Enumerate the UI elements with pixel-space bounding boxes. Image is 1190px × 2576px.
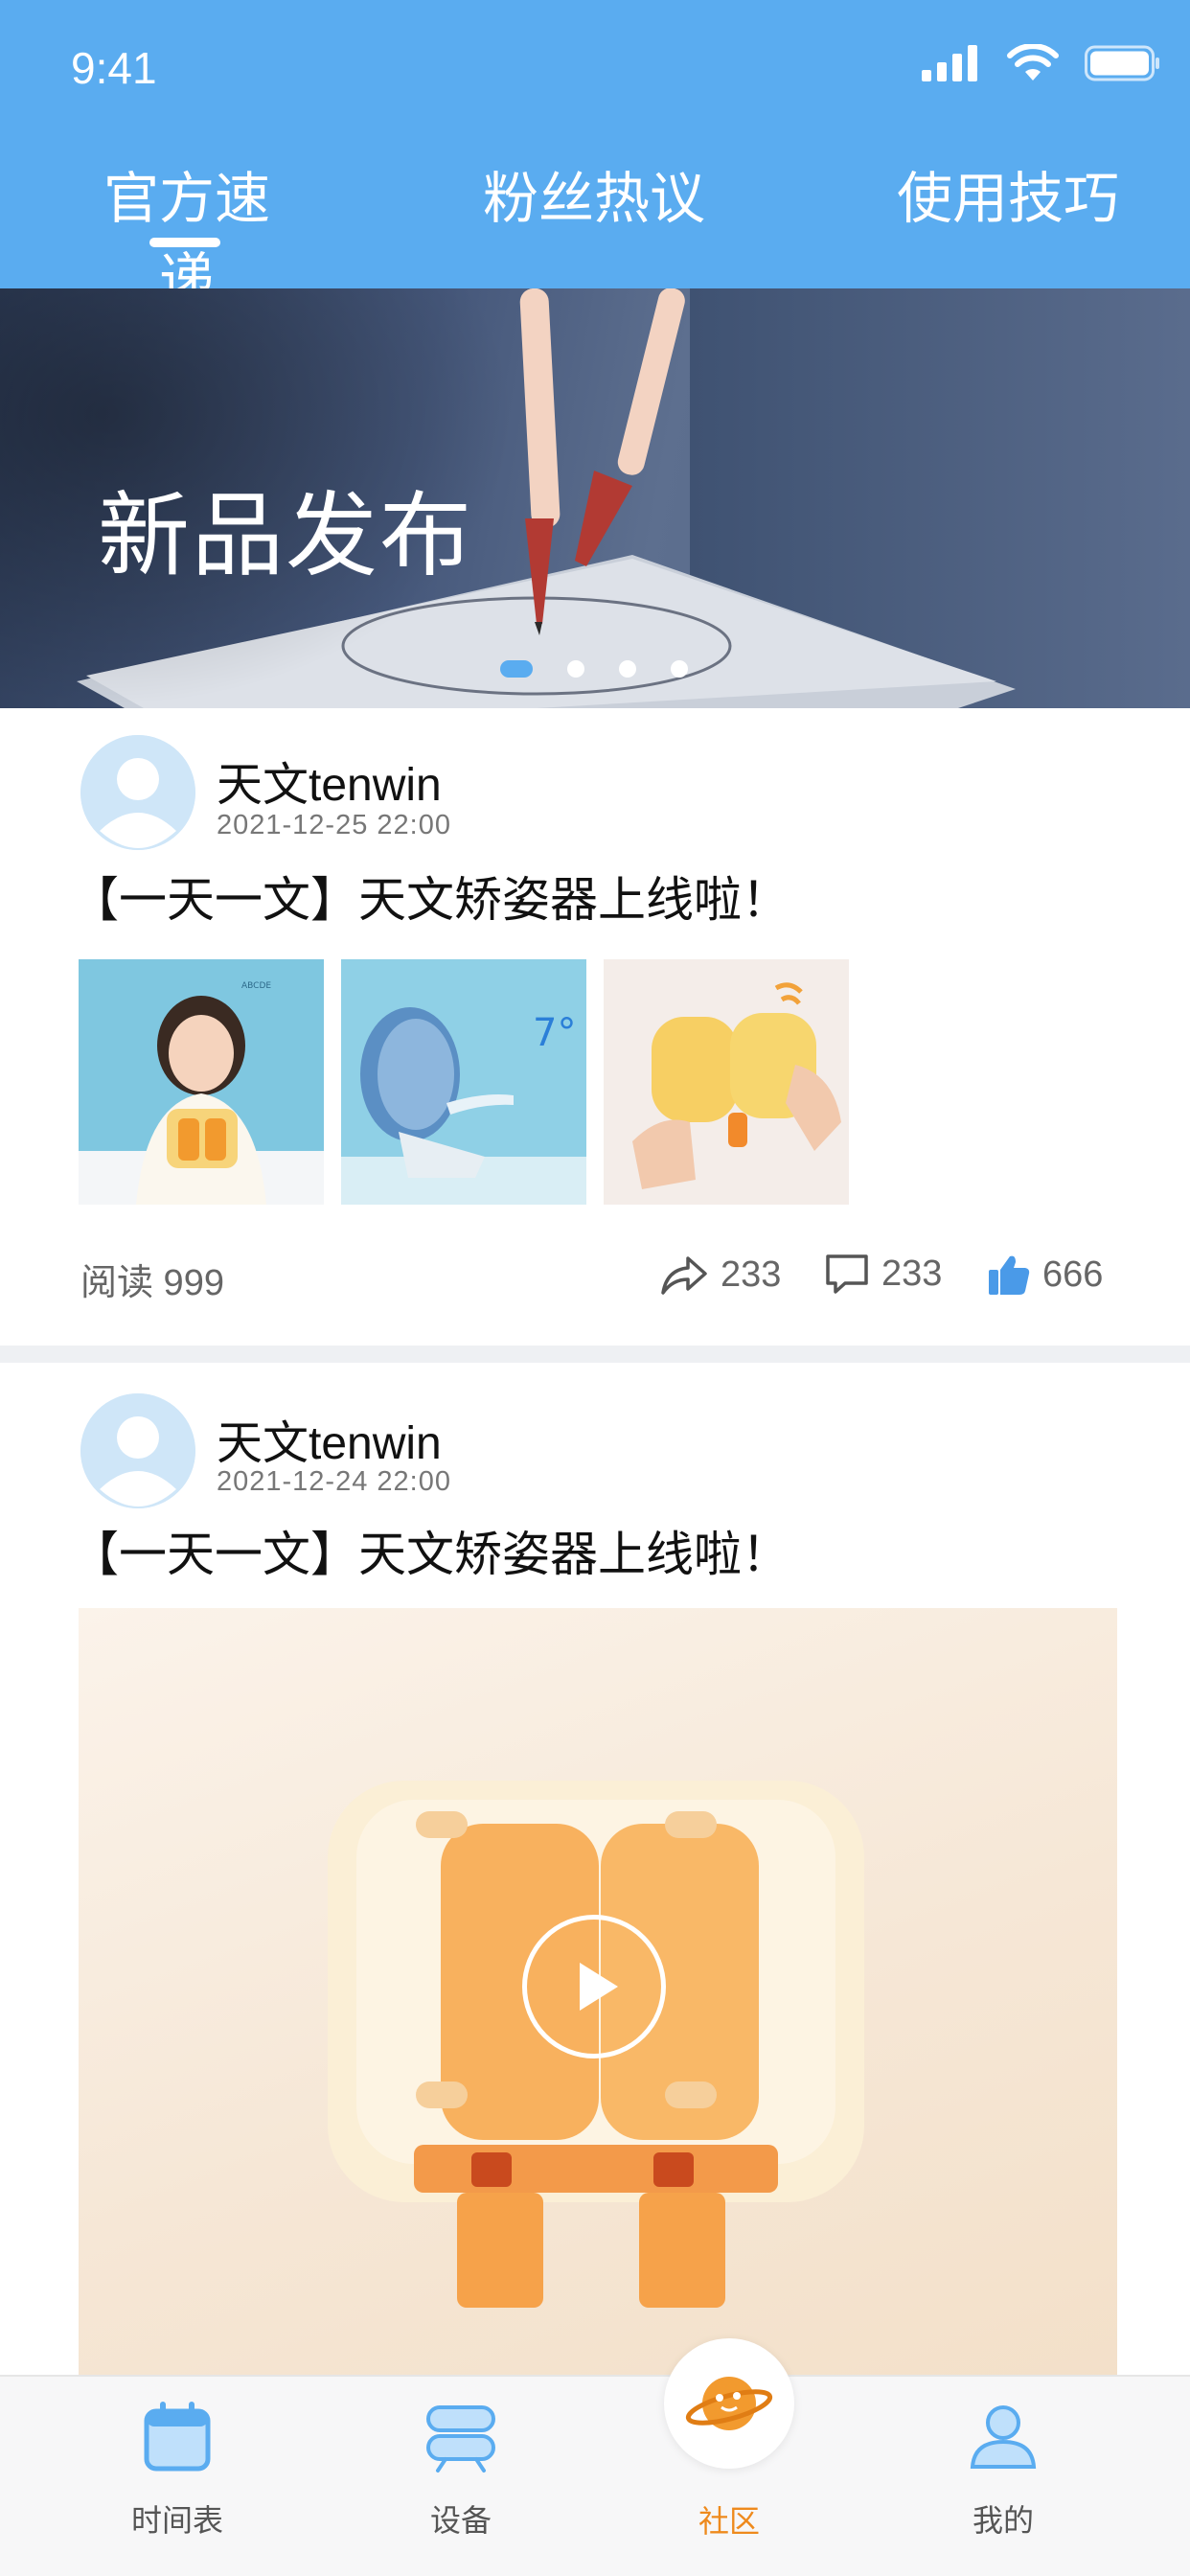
carousel-dot[interactable]: [567, 660, 584, 678]
post-title[interactable]: 【一天一文】天文矫姿器上线啦！: [71, 862, 790, 931]
video-player[interactable]: [79, 1608, 1117, 2379]
comment-button[interactable]: 233: [824, 1253, 942, 1295]
tab-usage-tips[interactable]: 使用技巧: [893, 153, 1123, 234]
post-image-girl[interactable]: ABCDE: [79, 959, 324, 1205]
post-image-side-view[interactable]: 7°: [341, 959, 586, 1205]
carousel-indicator: [500, 660, 688, 678]
post-divider: [0, 1346, 1190, 1363]
nav-label: 社区: [698, 2504, 760, 2539]
post-image-hand[interactable]: [604, 959, 849, 1205]
header: 9:41 官方速递 粉丝热议 使用技巧: [0, 0, 1190, 310]
comment-icon: [826, 1254, 868, 1294]
read-count: 阅读 999: [80, 1263, 224, 1303]
carousel-dot[interactable]: [671, 660, 688, 678]
corrector-side-view-image: 7°: [341, 959, 586, 1205]
tab-fan-discussion[interactable]: 粉丝热议: [479, 153, 709, 234]
carousel-dot[interactable]: [619, 660, 636, 678]
play-icon: [580, 1963, 618, 2011]
image-gallery: ABCDE 7°: [79, 959, 849, 1205]
svg-text:ABCDE: ABCDE: [241, 981, 271, 991]
battery-icon: [1085, 45, 1159, 81]
nav-label: 我的: [972, 2503, 1034, 2538]
like-count: 666: [1042, 1254, 1104, 1295]
thumbs-up-icon: [989, 1255, 1030, 1295]
avatar[interactable]: [80, 1393, 195, 1508]
post-card[interactable]: 天文tenwin 2021-12-25 22:00 【一天一文】天文矫姿器上线啦…: [0, 708, 1190, 1346]
signal-icon: [922, 45, 977, 81]
default-avatar-icon: [80, 1393, 195, 1508]
share-icon: [661, 1256, 707, 1295]
author-name[interactable]: 天文tenwin: [217, 1405, 442, 1472]
post-date: 2021-12-24 22:00: [217, 1466, 451, 1497]
user-icon: [970, 2405, 1037, 2469]
post-title[interactable]: 【一天一文】天文矫姿器上线啦！: [71, 1516, 790, 1585]
bottom-nav: 时间表 设备 社区 我的: [0, 2338, 1190, 2576]
nav-schedule[interactable]: 时间表: [81, 2398, 273, 2541]
comment-count: 233: [881, 1253, 943, 1294]
nav-profile[interactable]: 我的: [907, 2398, 1099, 2541]
nav-device[interactable]: 设备: [365, 2398, 557, 2541]
default-avatar-icon: [80, 735, 195, 850]
author-name[interactable]: 天文tenwin: [217, 747, 442, 814]
banner-title: 新品发布: [98, 485, 473, 587]
active-tab-indicator: [149, 238, 220, 247]
share-button[interactable]: 233: [659, 1253, 781, 1297]
nav-label: 时间表: [130, 2503, 223, 2538]
post-card[interactable]: 天文tenwin 2021-12-24 22:00 【一天一文】天文矫姿器上线啦…: [0, 1363, 1190, 2379]
post-stats: 阅读 999 233 233 666: [0, 1253, 1190, 1310]
device-icon: [426, 2405, 495, 2472]
post-date: 2021-12-25 22:00: [217, 810, 451, 840]
nav-label: 设备: [429, 2503, 492, 2538]
like-button[interactable]: 666: [987, 1253, 1103, 1297]
carousel-dot-active[interactable]: [500, 660, 533, 678]
status-time: 9:41: [71, 43, 157, 93]
wifi-icon: [1007, 44, 1059, 80]
girl-with-corrector-image: ABCDE: [79, 959, 324, 1205]
banner-carousel[interactable]: 新品发布: [0, 288, 1190, 708]
planet-icon: [685, 2377, 773, 2430]
community-button[interactable]: [664, 2338, 794, 2469]
status-icons: [922, 44, 1161, 82]
play-button[interactable]: [522, 1915, 666, 2058]
calendar-icon: [144, 2402, 211, 2472]
avatar[interactable]: [80, 735, 195, 850]
svg-text:7°: 7°: [533, 1011, 576, 1055]
corrector-in-hand-image: [604, 959, 849, 1205]
share-count: 233: [721, 1254, 782, 1295]
